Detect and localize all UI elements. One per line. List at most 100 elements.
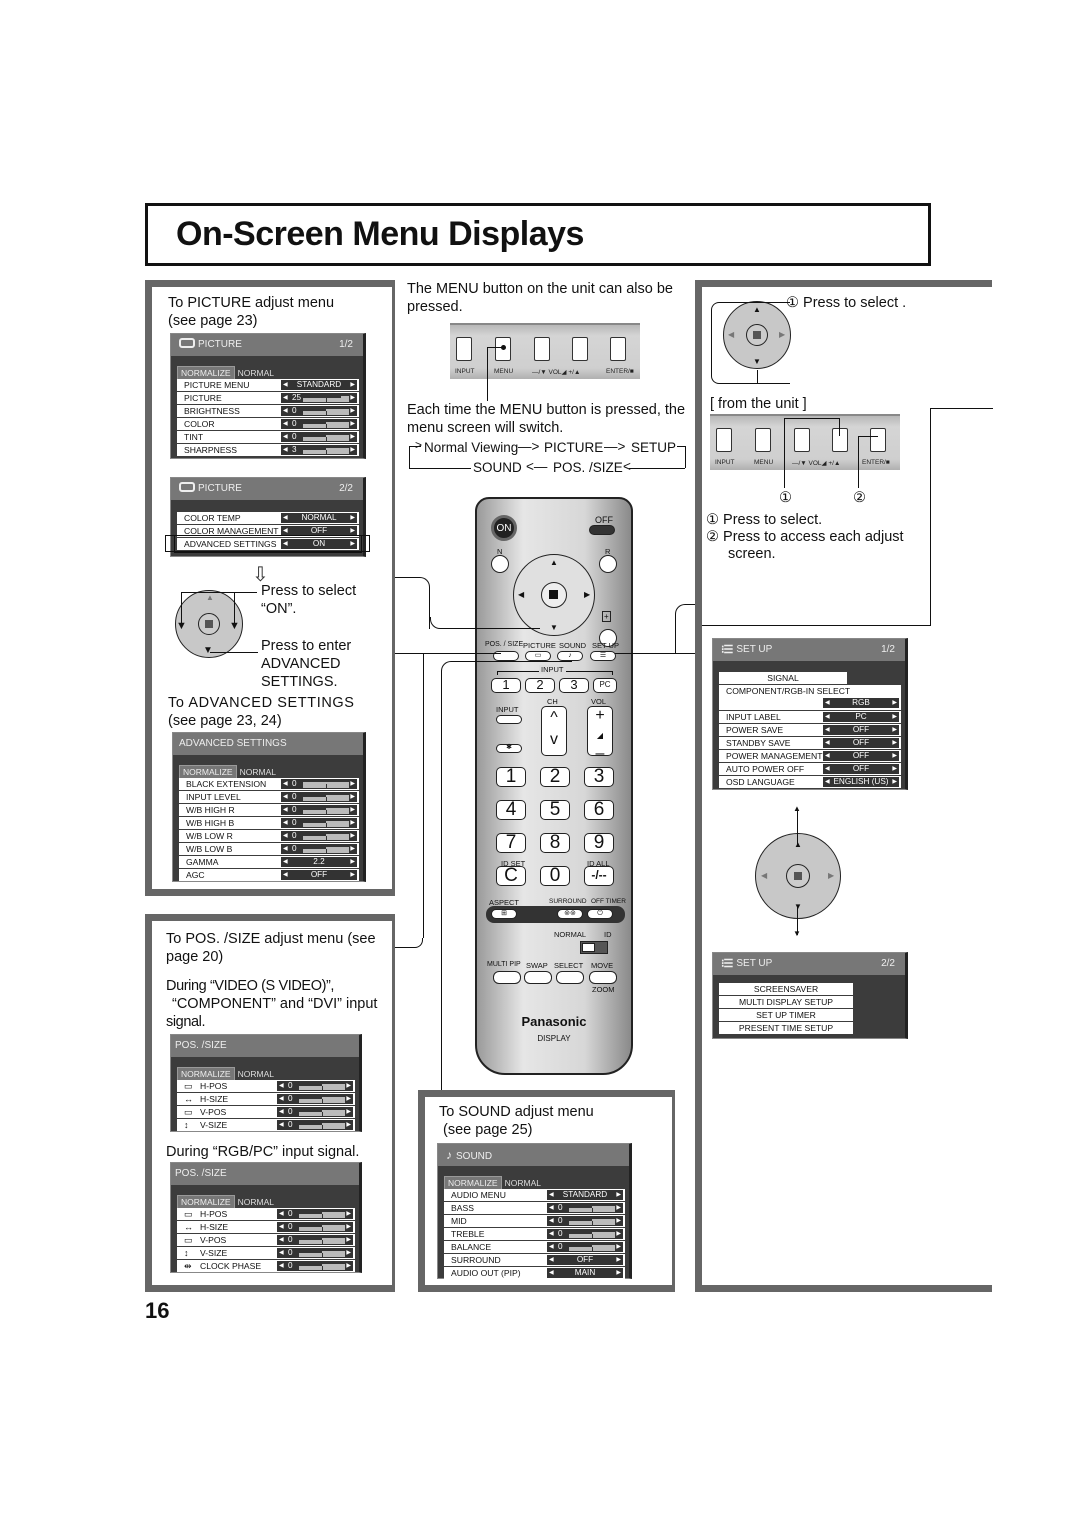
- left-arrow-icon[interactable]: ◀: [283, 857, 288, 867]
- right-arrow-icon[interactable]: ▶: [350, 844, 355, 854]
- value-slider[interactable]: ◀ 0 ▶: [277, 1222, 353, 1232]
- right-arrow-icon[interactable]: ▶: [346, 1248, 351, 1258]
- value-slider[interactable]: ◀ 0 ▶: [281, 831, 357, 841]
- set-up-timer-button[interactable]: SET UP TIMER: [719, 1009, 853, 1021]
- right-arrow-icon[interactable]: ▶: [350, 513, 355, 523]
- right-arrow-icon[interactable]: ▶: [892, 738, 897, 748]
- value-selector[interactable]: ◀ OFF ▶: [281, 870, 357, 880]
- slider-track[interactable]: [569, 1219, 615, 1225]
- multi-display-setup-button[interactable]: MULTI DISPLAY SETUP: [719, 996, 853, 1008]
- left-arrow-icon[interactable]: ◀: [283, 844, 288, 854]
- left-arrow-icon[interactable]: ◀: [283, 805, 288, 815]
- value-selector[interactable]: ◀ OFF ▶: [823, 738, 899, 748]
- menu-row[interactable]: MID ◀ 0 ▶: [444, 1215, 625, 1227]
- menu-row[interactable]: ▭ H-POS ◀ 0 ▶: [177, 1080, 355, 1092]
- left-arrow-icon[interactable]: ◀: [283, 380, 288, 390]
- menu-row[interactable]: W/B LOW B ◀ 0 ▶: [179, 843, 359, 855]
- right-arrow-icon[interactable]: ▶: [616, 1190, 621, 1200]
- digit-button[interactable]: 3: [584, 767, 614, 787]
- normalize-button[interactable]: NORMALIZE: [177, 1067, 235, 1081]
- right-arrow-icon[interactable]: ▶: [350, 419, 355, 429]
- unit-input-button[interactable]: [456, 337, 472, 361]
- right-arrow-icon[interactable]: ▶: [350, 792, 355, 802]
- value-slider[interactable]: ◀ 0 ▶: [277, 1248, 353, 1258]
- menu-row[interactable]: ▭ V-POS ◀ 0 ▶: [177, 1106, 355, 1118]
- right-arrow-icon[interactable]: ▶: [616, 1268, 621, 1278]
- menu-row[interactable]: POWER SAVE ◀ OFF ▶: [719, 724, 901, 736]
- menu-row[interactable]: GAMMA ◀ 2.2 ▶: [179, 856, 359, 868]
- slider-track[interactable]: [299, 1264, 345, 1270]
- normalize-button[interactable]: NORMALIZE: [177, 366, 235, 380]
- menu-row[interactable]: INPUT LABEL ◀ PC ▶: [719, 711, 901, 723]
- menu-row[interactable]: PICTURE ◀ 25 ▶: [177, 392, 359, 404]
- left-arrow-icon[interactable]: ◀: [283, 831, 288, 841]
- menu-row[interactable]: ↔ H-SIZE ◀ 0 ▶: [177, 1221, 355, 1233]
- menu-row[interactable]: STANDBY SAVE ◀ OFF ▶: [719, 737, 901, 749]
- value-selector[interactable]: ◀ 2.2 ▶: [281, 857, 357, 867]
- slider-track[interactable]: [303, 396, 349, 402]
- menu-row[interactable]: ⇹ CLOCK PHASE ◀ 0 ▶: [177, 1260, 355, 1272]
- value-slider[interactable]: ◀ 0 ▶: [281, 419, 357, 429]
- value-slider[interactable]: ◀ 0 ▶: [281, 779, 357, 789]
- vol-rocker[interactable]: + ◢ –: [587, 706, 613, 762]
- value-slider[interactable]: ◀ 0 ▶: [277, 1120, 353, 1130]
- menu-row[interactable]: ↔ H-SIZE ◀ 0 ▶: [177, 1093, 355, 1105]
- value-slider[interactable]: ◀ 0 ▶: [547, 1216, 623, 1226]
- slider-track[interactable]: [303, 834, 349, 840]
- menu-row[interactable]: TREBLE ◀ 0 ▶: [444, 1228, 625, 1240]
- menu-row[interactable]: SHARPNESS ◀ 3 ▶: [177, 444, 359, 456]
- left-arrow-icon[interactable]: ◀: [825, 712, 830, 722]
- slider-track[interactable]: [569, 1206, 615, 1212]
- value-slider[interactable]: ◀ 3 ▶: [281, 445, 357, 455]
- slider-track[interactable]: [299, 1225, 345, 1231]
- menu-row[interactable]: TINT ◀ 0 ▶: [177, 431, 359, 443]
- digit-button[interactable]: 6: [584, 800, 614, 820]
- present-time-setup-button[interactable]: PRESENT TIME SETUP: [719, 1022, 853, 1034]
- right-arrow-icon[interactable]: ▶: [350, 805, 355, 815]
- left-arrow-icon[interactable]: ◀: [283, 818, 288, 828]
- right-arrow-icon[interactable]: ▶: [892, 712, 897, 722]
- setup-button[interactable]: ☰: [590, 651, 616, 661]
- right-arrow-icon[interactable]: ▶: [346, 1209, 351, 1219]
- menu-row[interactable]: SURROUND ◀ OFF ▶: [444, 1254, 625, 1266]
- left-arrow-icon[interactable]: ◀: [283, 513, 288, 523]
- right-arrow-icon[interactable]: ▶: [346, 1081, 351, 1091]
- move-button[interactable]: [589, 971, 617, 984]
- input-pc-button[interactable]: PC: [593, 678, 617, 693]
- right-arrow-icon[interactable]: ▶: [892, 777, 897, 787]
- left-arrow-icon[interactable]: ◀: [279, 1107, 284, 1117]
- right-arrow-icon[interactable]: ▶: [346, 1261, 351, 1271]
- left-arrow-icon[interactable]: ◀: [825, 751, 830, 761]
- value-slider[interactable]: ◀ 0 ▶: [281, 805, 357, 815]
- up-arrow-icon[interactable]: ▲: [550, 558, 558, 567]
- right-arrow-icon[interactable]: ▶: [584, 590, 590, 599]
- slider-track[interactable]: [569, 1245, 615, 1251]
- right-arrow-icon[interactable]: ▶: [350, 432, 355, 442]
- on-button[interactable]: ON: [491, 515, 517, 541]
- menu-row[interactable]: W/B HIGH B ◀ 0 ▶: [179, 817, 359, 829]
- normal-id-switch[interactable]: [580, 941, 608, 954]
- value-selector[interactable]: ◀ PC ▶: [823, 712, 899, 722]
- right-arrow-icon[interactable]: ▶: [350, 406, 355, 416]
- right-arrow-icon[interactable]: ▶: [616, 1216, 621, 1226]
- right-arrow-icon[interactable]: ▶: [350, 818, 355, 828]
- left-arrow-icon[interactable]: ◀: [549, 1203, 554, 1213]
- value-selector[interactable]: ◀ NORMAL ▶: [281, 513, 357, 523]
- right-arrow-icon[interactable]: ▶: [616, 1255, 621, 1265]
- menu-row[interactable]: W/B HIGH R ◀ 0 ▶: [179, 804, 359, 816]
- menu-row[interactable]: PICTURE MENU ◀ STANDARD ▶: [177, 379, 359, 391]
- left-arrow-icon[interactable]: ◀: [549, 1190, 554, 1200]
- left-arrow-icon[interactable]: ◀: [825, 764, 830, 774]
- value-slider[interactable]: ◀ 0 ▶: [281, 432, 357, 442]
- digit-button[interactable]: -/--: [584, 866, 614, 886]
- right-arrow-icon[interactable]: ▶: [616, 1242, 621, 1252]
- menu-row[interactable]: POWER MANAGEMENT ◀ OFF ▶: [719, 750, 901, 762]
- right-arrow-icon[interactable]: ▶: [346, 1222, 351, 1232]
- value-slider[interactable]: ◀ 0 ▶: [547, 1229, 623, 1239]
- menu-row[interactable]: BALANCE ◀ 0 ▶: [444, 1241, 625, 1253]
- left-arrow-icon[interactable]: ◀: [825, 725, 830, 735]
- slider-track[interactable]: [303, 422, 349, 428]
- left-arrow-icon[interactable]: ◀: [283, 445, 288, 455]
- value-selector[interactable]: ◀ ENGLISH (US) ▶: [823, 777, 899, 787]
- right-arrow-icon[interactable]: ▶: [350, 857, 355, 867]
